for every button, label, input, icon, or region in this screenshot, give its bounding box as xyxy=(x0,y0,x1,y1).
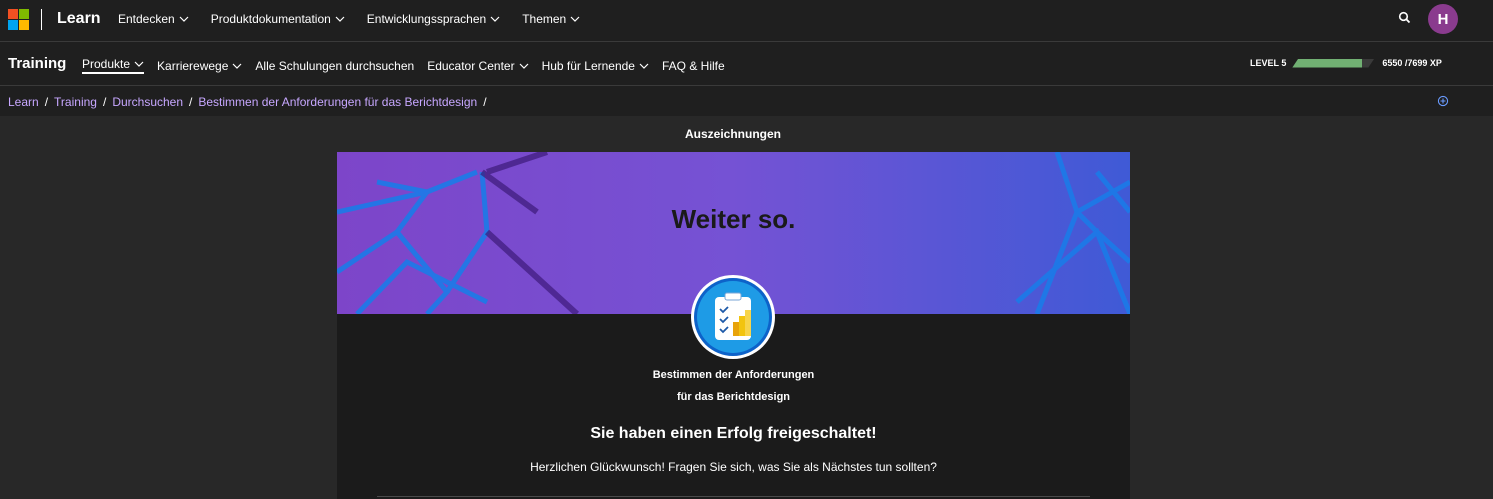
congrats-text: Herzlichen Glückwunsch! Fragen Sie sich,… xyxy=(530,460,937,474)
breadcrumb-module[interactable]: Bestimmen der Anforderungen für das Beri… xyxy=(198,95,477,109)
breadcrumb-training[interactable]: Training xyxy=(54,95,97,109)
menu-label: Educator Center xyxy=(427,58,515,73)
menu-faq-hilfe[interactable]: FAQ & Hilfe xyxy=(662,57,725,74)
menu-alle-schulungen[interactable]: Alle Schulungen durchsuchen xyxy=(255,57,414,74)
chevron-down-icon xyxy=(232,63,242,69)
menu-label: Produkte xyxy=(82,57,131,71)
achievement-card: Weiter so. Bestimmen der Anforderungen f… xyxy=(337,152,1130,499)
chevron-down-icon xyxy=(519,63,529,69)
menu-label: Hub für Lernende xyxy=(541,58,635,73)
menu-entwicklungssprachen[interactable]: Entwicklungssprachen xyxy=(367,12,500,26)
chevron-down-icon xyxy=(335,16,345,22)
breadcrumb-durchsuchen[interactable]: Durchsuchen xyxy=(112,95,183,109)
breadcrumb-separator: / xyxy=(102,95,107,109)
microsoft-logo-icon[interactable] xyxy=(8,9,29,30)
training-title-link[interactable]: Training xyxy=(8,55,66,72)
chevron-down-icon xyxy=(490,16,500,22)
avatar[interactable]: H xyxy=(1428,4,1458,34)
menu-themen[interactable]: Themen xyxy=(522,12,580,26)
breadcrumb-learn[interactable]: Learn xyxy=(8,95,39,109)
menu-label: Karrierewege xyxy=(157,58,229,73)
module-title-line1: Bestimmen der Anforderungen xyxy=(652,369,815,381)
breadcrumb-separator: / xyxy=(44,95,49,109)
learn-brand-link[interactable]: Learn xyxy=(57,10,101,28)
logo-divider xyxy=(41,9,42,30)
chevron-down-icon xyxy=(179,16,189,22)
menu-label: Alle Schulungen durchsuchen xyxy=(255,58,415,73)
breadcrumb-bar: Learn / Training / Durchsuchen / Bestimmen … xyxy=(0,86,1493,116)
chevron-down-icon xyxy=(134,61,144,67)
badge-ring xyxy=(694,278,772,356)
achievement-badge xyxy=(691,275,775,359)
training-menu: Produkte Karrierewege Alle Schulungen du… xyxy=(82,57,738,74)
top-navigation: Learn Entdecken Produktdokumentation Ent… xyxy=(0,0,1493,42)
module-title: Bestimmen der Anforderungen für das Beri… xyxy=(337,364,1130,408)
module-title-line2: für das Berichtdesign xyxy=(676,391,791,403)
breadcrumb: Learn / Training / Durchsuchen / Bestimmen … xyxy=(8,95,487,109)
xp-progress-bar xyxy=(1292,59,1374,68)
menu-produktdokumentation[interactable]: Produktdokumentation xyxy=(211,12,345,26)
menu-label: Produktdokumentation xyxy=(210,12,331,26)
training-navigation: Training Produkte Karrierewege Alle Schu… xyxy=(0,42,1493,86)
banner-title: Weiter so. xyxy=(671,204,796,234)
breadcrumb-separator: / xyxy=(189,95,193,109)
top-menu: Entdecken Produktdokumentation Entwicklu… xyxy=(118,12,602,26)
clipboard-chart-icon xyxy=(715,292,751,340)
menu-karrierewege[interactable]: Karrierewege xyxy=(157,57,242,74)
xp-progress-fill xyxy=(1292,59,1362,68)
unlock-message: Sie haben einen Erfolg freigeschaltet! xyxy=(590,425,877,442)
menu-educator-center[interactable]: Educator Center xyxy=(427,57,529,74)
level-progress[interactable]: LEVEL 5 6550 /7699 XP xyxy=(1250,58,1442,68)
menu-produkte[interactable]: Produkte xyxy=(82,57,145,74)
menu-label: Entwicklungssprachen xyxy=(366,12,487,26)
divider xyxy=(377,496,1090,497)
menu-label: FAQ & Hilfe xyxy=(661,58,725,73)
menu-hub-fuer-lernende[interactable]: Hub für Lernende xyxy=(542,57,649,74)
menu-entdecken[interactable]: Entdecken xyxy=(118,12,189,26)
badge-core xyxy=(697,281,769,353)
menu-label: Entdecken xyxy=(118,12,175,26)
search-icon[interactable] xyxy=(1398,11,1412,25)
breadcrumb-separator: / xyxy=(483,95,487,109)
add-circle-icon[interactable] xyxy=(1437,95,1449,107)
xp-text: 6550 /7699 XP xyxy=(1382,58,1442,68)
chevron-down-icon xyxy=(639,63,649,69)
level-label: LEVEL 5 xyxy=(1250,58,1287,68)
chevron-down-icon xyxy=(570,16,580,22)
menu-label: Themen xyxy=(522,12,567,26)
page-heading: Auszeichnungen xyxy=(684,127,781,141)
